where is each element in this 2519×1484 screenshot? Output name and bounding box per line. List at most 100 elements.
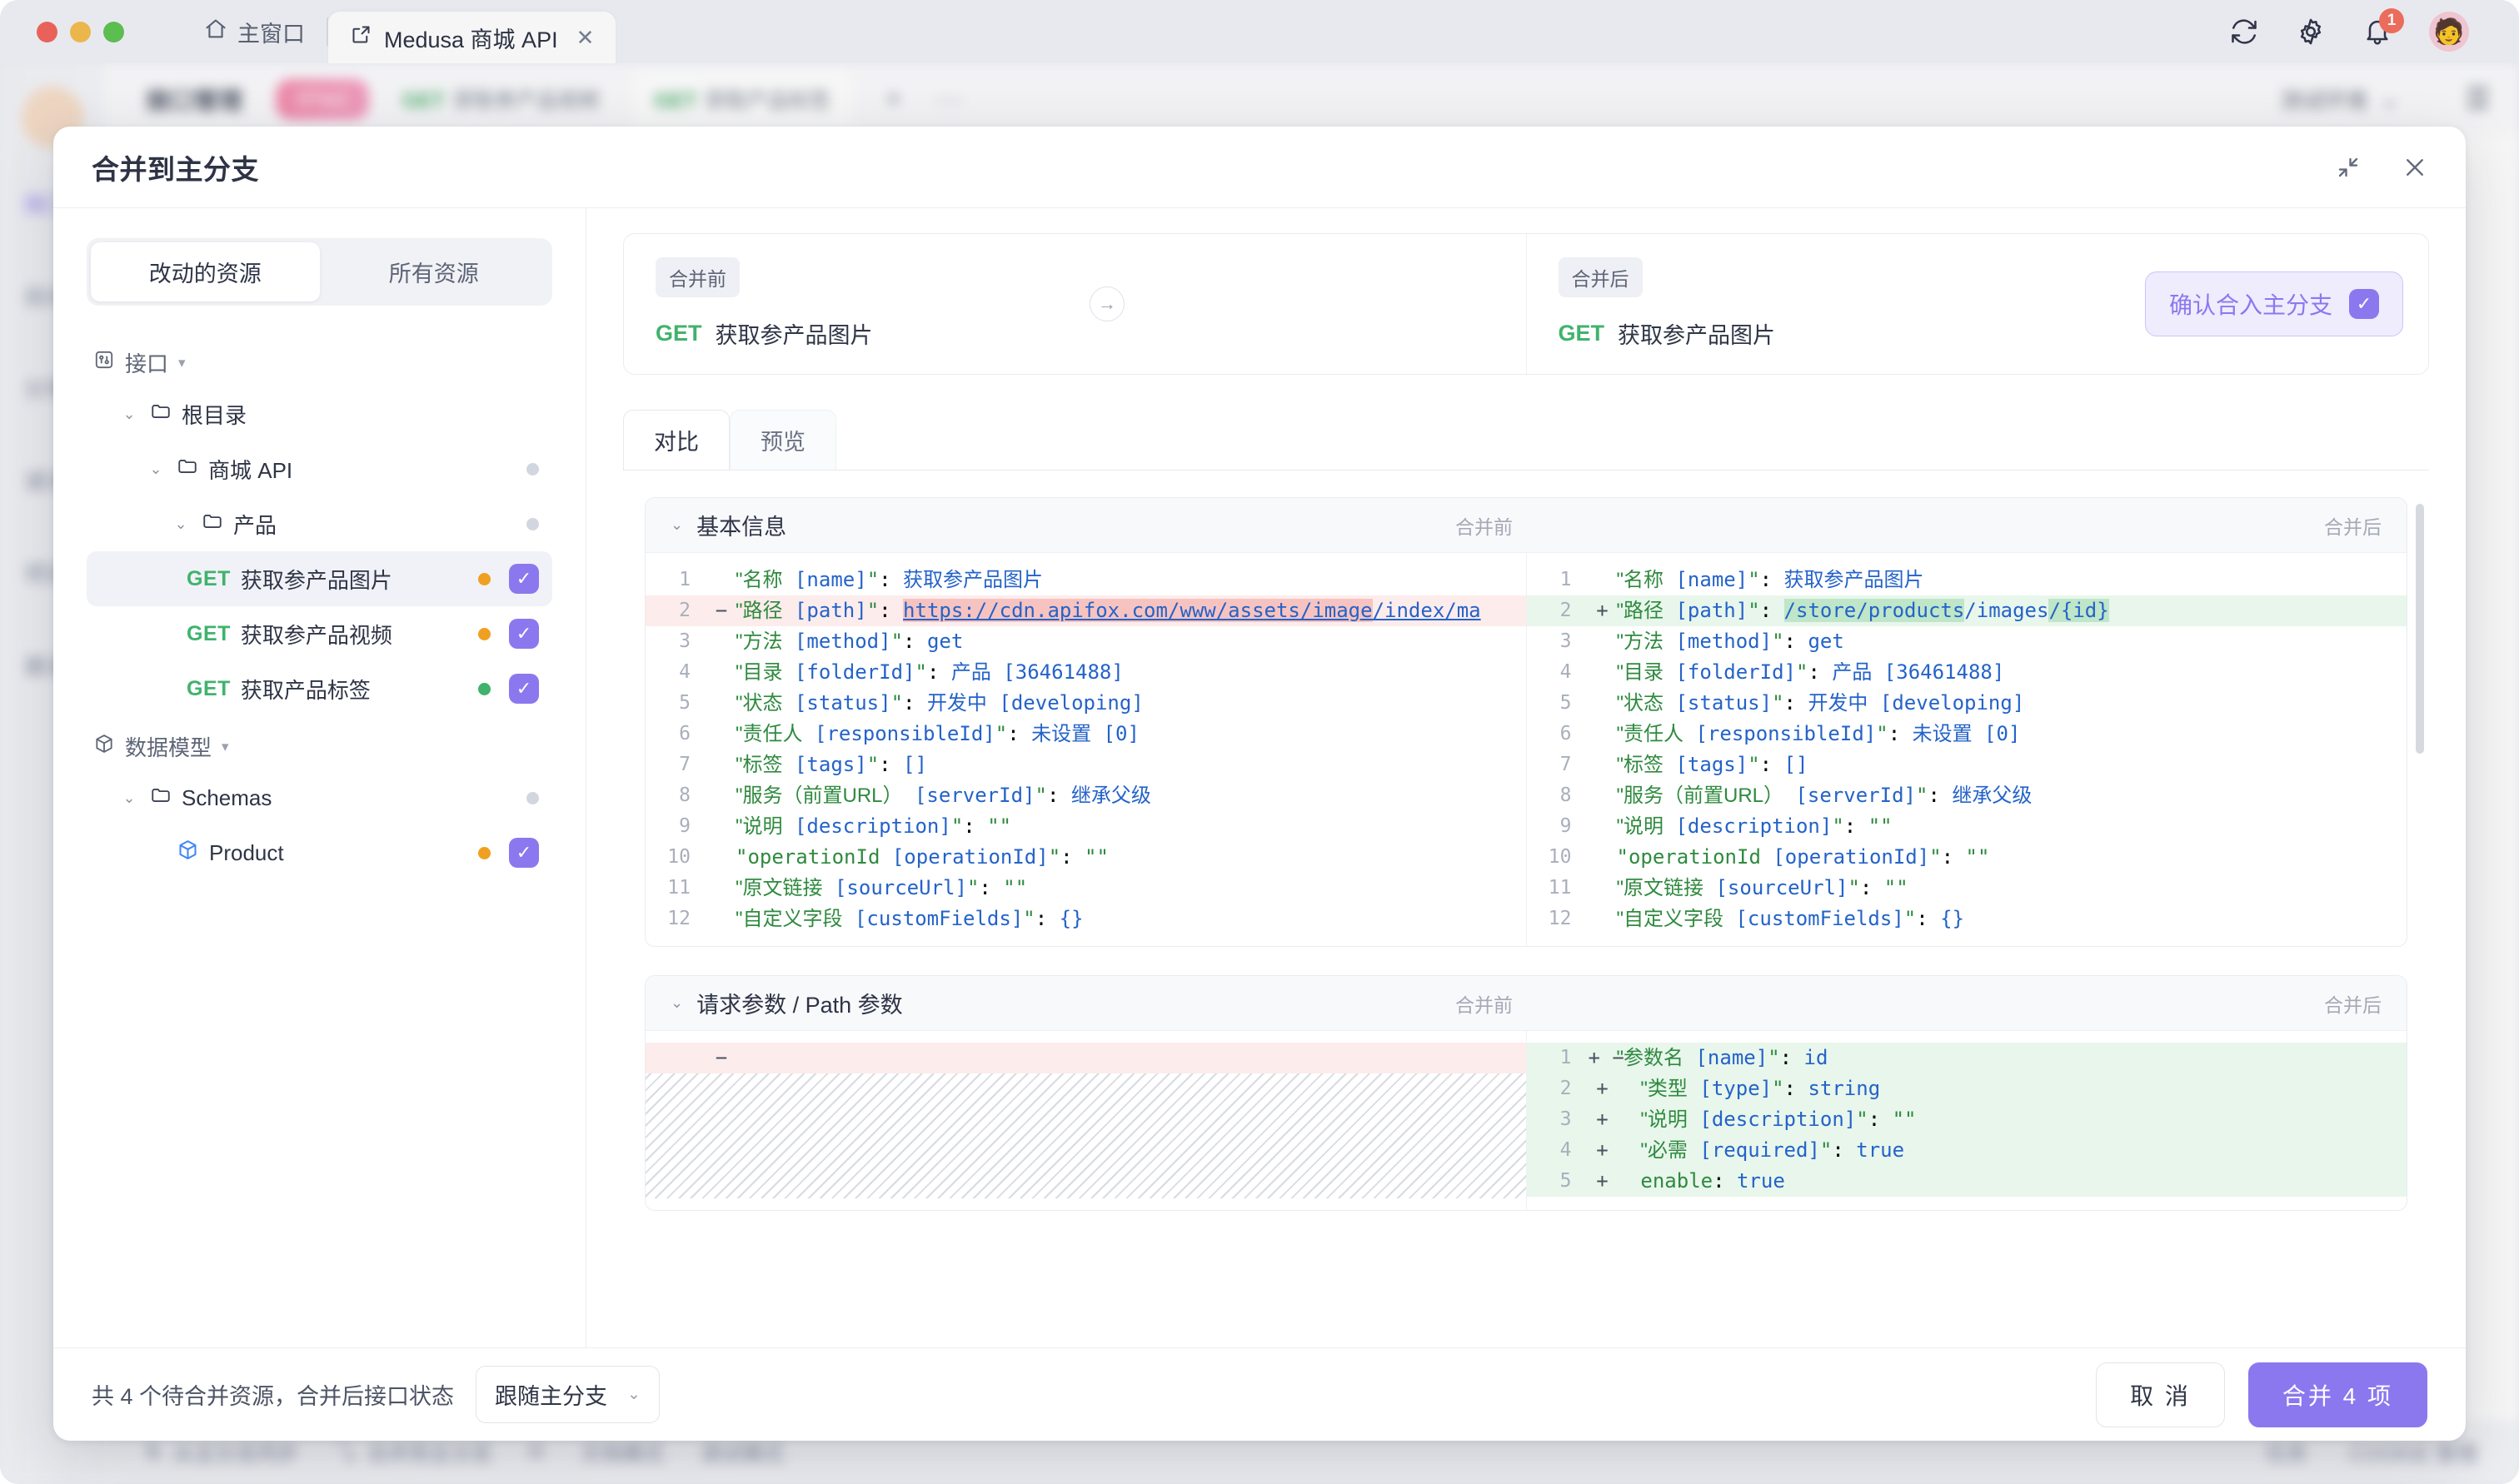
cancel-button[interactable]: 取 消 <box>2096 1362 2225 1427</box>
code-line: 3 "方法 [method]": get <box>646 626 1526 657</box>
line-number: 7 <box>679 754 691 775</box>
before-column-label: 合并前 <box>1455 993 1513 1016</box>
after-column: 1 + − "参数名 [name]": id 2 + "类型 [type]": stri… <box>1525 1031 2407 1210</box>
chevron-down-icon[interactable]: ▾ <box>222 739 229 755</box>
diff-sign: + <box>1596 599 1609 622</box>
folder-icon <box>150 401 172 428</box>
chevron-down-icon[interactable]: ⌄ <box>671 516 683 534</box>
section-body: 1 "名称 [name]": 获取参产品图片 2 − "路径 [path]": http… <box>646 553 2407 946</box>
merge-button[interactable]: 合并 4 项 <box>2247 1362 2427 1427</box>
line-number: 12 <box>1548 908 1572 929</box>
code-line: 4 "目录 [folderId]": 产品 [36461488] <box>1527 657 2407 688</box>
code-text: "路径 [path]": https://cdn.apifox.com/www/… <box>736 599 1481 622</box>
code-text: "服务（前置URL） [serverId]": 继承父级 <box>1616 784 2033 807</box>
chevron-down-icon[interactable]: ⌄ <box>118 789 140 807</box>
diff-scroll-area[interactable]: ⌄ 基本信息 合并前 合并后 1 "名称 [name]": 获取参产品图片 2− "路… <box>623 470 2429 1347</box>
code-line: 6 "责任人 [responsibleId]": 未设置 [0] <box>1527 719 2407 749</box>
code-line: 4 + "必需 [required]": true <box>1526 1135 2407 1166</box>
before-column-label: 合并前 <box>1455 515 1513 538</box>
tree-api-product-images[interactable]: GET 获取参产品图片 ✓ <box>87 551 552 606</box>
collapse-icon[interactable] <box>2336 155 2361 180</box>
segment-changed-resources[interactable]: 改动的资源 <box>91 242 320 301</box>
api-icon <box>93 349 115 376</box>
chevron-down-icon[interactable]: ⌄ <box>145 461 167 478</box>
section-header[interactable]: ⌄ 基本信息 合并前 合并后 <box>646 498 2407 553</box>
cube-icon <box>177 839 199 867</box>
vertical-scrollbar[interactable] <box>2416 504 2424 754</box>
line-number: 2 <box>679 600 691 621</box>
after-column: 1 "名称 [name]": 获取参产品图片 2 + "路径 [path]": /sto… <box>1525 553 2407 946</box>
tree-folder-schemas[interactable]: ⌄ Schemas <box>87 770 552 825</box>
tree-group-apis[interactable]: 接口 ▾ <box>87 339 552 386</box>
line-number: 5 <box>1559 692 1572 714</box>
chevron-down-icon[interactable]: ⌄ <box>671 994 683 1012</box>
line-number: 1 <box>679 569 691 590</box>
merge-checkbox[interactable]: ✓ <box>509 838 539 868</box>
code-text: "方法 [method]": get <box>1616 630 1844 653</box>
code-line: 8 "服务（前置URL） [serverId]": 继承父级 <box>1527 780 2407 811</box>
tree-schema-product[interactable]: Product ✓ <box>87 825 552 880</box>
code-text: "operationId [operationId]": "" <box>736 845 1109 869</box>
line-number: 4 <box>1559 1139 1572 1161</box>
merge-checkbox[interactable]: ✓ <box>509 564 539 594</box>
line-number: 3 <box>1559 630 1572 652</box>
tree-group-schemas[interactable]: 数据模型 ▾ <box>87 723 552 770</box>
tree-item-label: 产品 <box>233 512 277 538</box>
code-line: 3 "方法 [method]": get <box>1527 626 2407 657</box>
resource-sidebar: 改动的资源 所有资源 接口 ▾ ⌄ 根目录 ⌄ 商城 API ⌄ 产品 GET … <box>53 208 586 1347</box>
code-text: "原文链接 [sourceUrl]": "" <box>1616 876 1908 899</box>
code-line: 1 "名称 [name]": 获取参产品图片 <box>1527 565 2407 595</box>
confirm-merge-button[interactable]: 确认合入主分支 ✓ <box>2144 271 2403 336</box>
code-text: "自定义字段 [customFields]": {} <box>1616 907 1965 930</box>
diff-sign: − <box>715 599 728 622</box>
merge-checkbox[interactable]: ✓ <box>509 674 539 704</box>
tab-compare[interactable]: 对比 <box>623 410 730 470</box>
code-line: 4 "目录 [folderId]": 产品 [36461488] <box>646 657 1526 688</box>
close-icon[interactable] <box>2402 155 2427 180</box>
code-text: "原文链接 [sourceUrl]": "" <box>736 876 1028 899</box>
code-text: "责任人 [responsibleId]": 未设置 [0] <box>736 722 1140 745</box>
line-number: 11 <box>1548 877 1572 899</box>
status-select[interactable]: 跟随主分支 ⌄ <box>476 1366 660 1423</box>
before-tag: 合并前 <box>656 257 740 297</box>
code-line: 7 "标签 [tags]": [] <box>646 749 1526 780</box>
line-number: 8 <box>1559 784 1572 806</box>
tree-item-label: 获取产品标签 <box>240 677 371 703</box>
code-text: "服务（前置URL） [serverId]": 继承父级 <box>736 784 1151 807</box>
section-header[interactable]: ⌄ 请求参数 / Path 参数 合并前 合并后 <box>646 976 2407 1031</box>
code-line: 12 "自定义字段 [customFields]": {} <box>646 904 1526 934</box>
code-text: "必需 [required]": true <box>1640 1138 1905 1162</box>
tab-preview[interactable]: 预览 <box>730 410 836 470</box>
code-line: 5 "状态 [status]": 开发中 [developing] <box>1527 688 2407 719</box>
code-line: 1 + − "参数名 [name]": id <box>1526 1043 2407 1073</box>
status-dot <box>478 627 491 640</box>
code-line: 11 "原文链接 [sourceUrl]": "" <box>1527 873 2407 904</box>
code-line: 12 "自定义字段 [customFields]": {} <box>1527 904 2407 934</box>
http-method-label: GET <box>656 321 702 346</box>
api-name: 获取参产品图片 <box>715 323 873 348</box>
merge-checkbox[interactable]: ✓ <box>509 619 539 649</box>
status-dot <box>478 572 491 585</box>
tree-item-label: 获取参产品图片 <box>240 567 392 593</box>
schema-icon <box>93 733 115 760</box>
compare-summary-card: 合并前 GET 获取参产品图片 合并后 GET 获取参产品图片 → 确认合入主分… <box>623 233 2429 375</box>
tree-api-product-videos[interactable]: GET 获取参产品视频 ✓ <box>87 606 552 661</box>
http-method-label: GET <box>187 676 231 700</box>
tree-folder-root[interactable]: ⌄ 根目录 <box>87 386 552 441</box>
code-text: enable: true <box>1640 1169 1785 1193</box>
code-line: 2 + "路径 [path]": /store/products/images/{i… <box>1526 595 2407 626</box>
after-column-label: 合并后 <box>2324 993 2382 1016</box>
chevron-down-icon[interactable]: ▾ <box>178 355 186 371</box>
section-body: − 1 + − "参数名 [name]": id 2 + "类型 [type]": st… <box>646 1031 2407 1210</box>
diff-section-path-params: ⌄ 请求参数 / Path 参数 合并前 合并后 − 1 + − "参数名 [nam… <box>645 975 2407 1211</box>
tree-api-product-tags[interactable]: GET 获取产品标签 ✓ <box>87 661 552 716</box>
chevron-down-icon[interactable]: ⌄ <box>118 406 140 423</box>
segment-all-resources[interactable]: 所有资源 <box>320 242 549 301</box>
line-number: 9 <box>1559 815 1572 837</box>
tree-folder-mall-api[interactable]: ⌄ 商城 API <box>87 441 552 496</box>
after-column-label: 合并后 <box>2324 515 2382 538</box>
tree-folder-products[interactable]: ⌄ 产品 <box>87 496 552 551</box>
diff-sign: + − <box>1588 1046 1624 1069</box>
diff-sign: − <box>715 1046 728 1069</box>
chevron-down-icon[interactable]: ⌄ <box>170 515 192 533</box>
